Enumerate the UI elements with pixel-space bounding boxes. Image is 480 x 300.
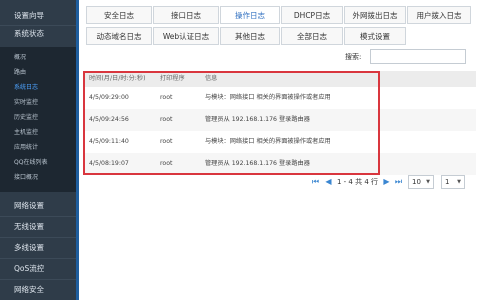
page-size-value: 10 — [412, 178, 421, 186]
nav-system-status[interactable]: 系统状态 — [0, 24, 76, 44]
page-size-select[interactable]: 10 ▼ — [408, 175, 434, 189]
tab-operation-log[interactable]: 操作日志 — [220, 6, 280, 24]
tab-interface-log[interactable]: 接口日志 — [153, 6, 219, 24]
subnav-app-stats[interactable]: 应用统计 — [0, 141, 76, 155]
subnav-host-monitor[interactable]: 主机监控 — [0, 126, 76, 140]
system-status-submenu: 概况 路由 系统日志 实时监控 历史监控 主机监控 应用统计 QQ在线列表 接口… — [0, 47, 76, 192]
page-number-value: 1 — [445, 178, 450, 186]
search-label: 搜索: — [345, 53, 362, 61]
tab-security-log[interactable]: 安全日志 — [86, 6, 152, 24]
subnav-history-monitor[interactable]: 历史监控 — [0, 111, 76, 125]
router-admin-page: 设置向导 系统状态 概况 路由 系统日志 实时监控 历史监控 主机监控 应用统计… — [0, 0, 480, 300]
prev-page-icon[interactable]: ◀ — [323, 176, 334, 188]
subnav-overview[interactable]: 概况 — [0, 51, 76, 65]
subnav-route[interactable]: 路由 — [0, 66, 76, 80]
tab-dhcp-log[interactable]: DHCP日志 — [281, 6, 343, 24]
chevron-down-icon: ▼ — [426, 179, 430, 185]
tab-other-log[interactable]: 其他日志 — [220, 27, 280, 45]
highlight-annotation-box — [83, 71, 380, 175]
subnav-realtime-monitor[interactable]: 实时监控 — [0, 96, 76, 110]
subnav-interface-overview[interactable]: 接口概况 — [0, 171, 76, 185]
pagination-info: 1 - 4 共 4 行 — [337, 178, 379, 186]
first-page-icon[interactable]: ⏮ — [310, 176, 321, 188]
tab-mode-settings[interactable]: 模式设置 — [344, 27, 406, 45]
tab-wan-dialout-log[interactable]: 外网拨出日志 — [344, 6, 406, 24]
subnav-system-log[interactable]: 系统日志 — [0, 81, 76, 95]
nav-network-settings[interactable]: 网络设置 — [0, 196, 76, 216]
last-page-icon[interactable]: ⏭ — [393, 176, 404, 188]
tab-user-dialin-log[interactable]: 用户拨入日志 — [407, 6, 471, 24]
sidebar-accent-bar — [76, 0, 79, 300]
next-page-icon[interactable]: ▶ — [381, 176, 392, 188]
sidebar: 设置向导 系统状态 概况 路由 系统日志 实时监控 历史监控 主机监控 应用统计… — [0, 0, 79, 300]
nav-setup-wizard[interactable]: 设置向导 — [0, 6, 76, 26]
nav-wireless-settings[interactable]: 无线设置 — [0, 217, 76, 237]
subnav-qq-online[interactable]: QQ在线列表 — [0, 156, 76, 170]
nav-qos[interactable]: QoS流控 — [0, 259, 76, 279]
tab-web-auth-log[interactable]: Web认证日志 — [153, 27, 219, 45]
chevron-down-icon: ▼ — [457, 179, 461, 185]
search-input[interactable] — [370, 49, 466, 64]
tab-ddns-log[interactable]: 动态域名日志 — [86, 27, 152, 45]
nav-multiline-settings[interactable]: 多线设置 — [0, 238, 76, 258]
tab-all-log[interactable]: 全部日志 — [281, 27, 343, 45]
page-number-select[interactable]: 1 ▼ — [441, 175, 465, 189]
nav-network-security[interactable]: 网络安全 — [0, 280, 76, 300]
